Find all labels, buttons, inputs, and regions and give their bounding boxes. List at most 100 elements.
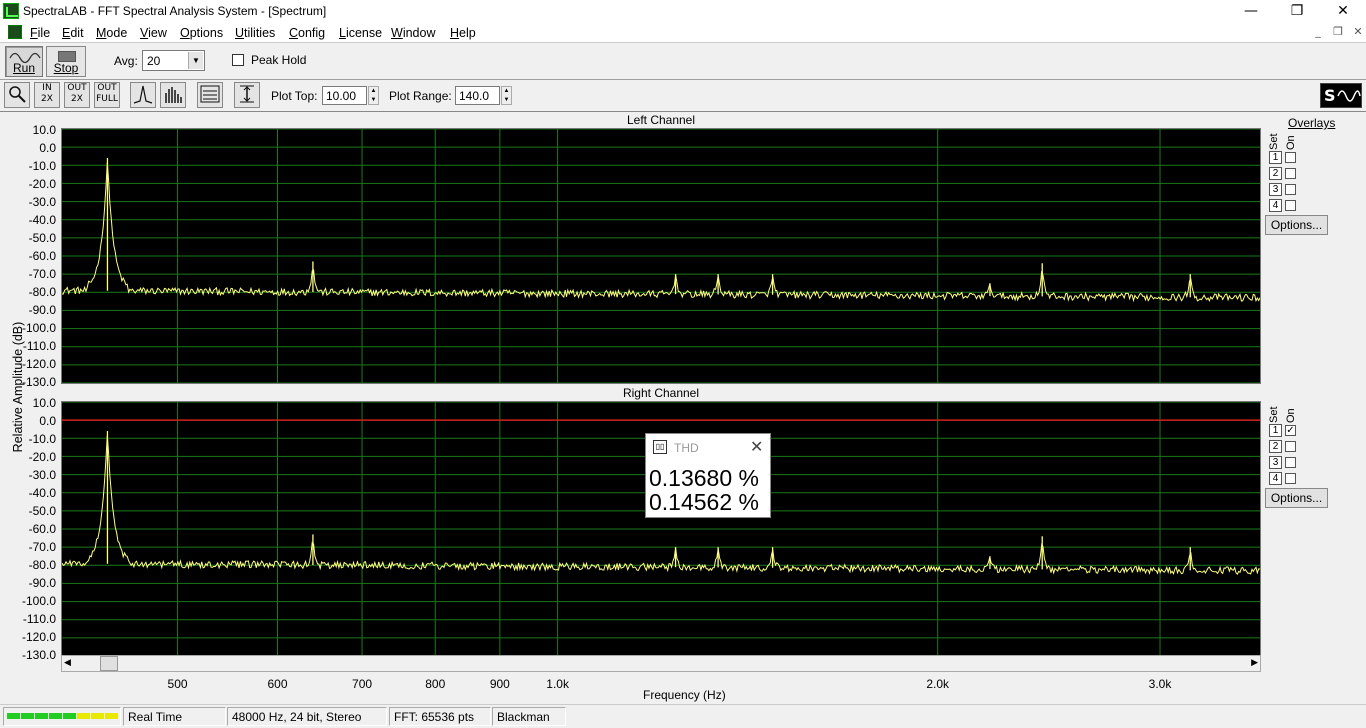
menu-file[interactable]: File [30, 26, 50, 40]
right-overlay-options-button[interactable]: Options... [1265, 488, 1328, 508]
mdi-restore-button[interactable]: ❐ [1329, 25, 1347, 40]
overlay-set-button-1[interactable]: 1 [1269, 424, 1282, 437]
mdi-close-button[interactable]: ✕ [1349, 25, 1366, 40]
thd-close-icon[interactable]: ✕ [750, 437, 763, 456]
overlay-on-checkbox-1[interactable] [1285, 152, 1296, 163]
autoscale-button[interactable] [234, 82, 260, 108]
zoom-magnifier-button[interactable] [4, 82, 30, 108]
level-led [63, 713, 76, 719]
y-tick-label: -70.0 [28, 540, 56, 554]
left-overlay-options-button[interactable]: Options... [1265, 215, 1328, 235]
x-tick-label: 700 [352, 677, 373, 691]
scroll-left-arrow-icon[interactable]: ◀ [64, 657, 71, 668]
y-tick-label: -60.0 [28, 249, 56, 263]
menu-mode[interactable]: Mode [96, 26, 127, 40]
left-channel-plot[interactable] [61, 128, 1261, 384]
overlay-set-button-2[interactable]: 2 [1269, 440, 1282, 453]
level-meter [3, 707, 121, 726]
document-icon[interactable] [8, 25, 22, 39]
line-plot-button[interactable] [130, 82, 156, 108]
overlay-on-checkbox-2[interactable] [1285, 168, 1296, 179]
zoom-out-2x-button[interactable]: OUT 2X [64, 82, 90, 108]
thd-left-value: 0.13680 % [649, 465, 759, 491]
bar-plot-icon [165, 87, 182, 103]
status-fft-size: FFT: 65536 pts [389, 707, 491, 726]
menu-license[interactable]: License [339, 26, 382, 40]
title-bar: SpectraLAB - FFT Spectral Analysis Syste… [0, 0, 1366, 23]
left-set-header: Set [1268, 133, 1280, 150]
y-tick-label: -30.0 [28, 468, 56, 482]
overlay-set-button-3[interactable]: 3 [1269, 456, 1282, 469]
right-on-header: On [1285, 408, 1297, 423]
status-mode: Real Time [123, 707, 226, 726]
level-led [77, 713, 90, 719]
display-settings-button[interactable] [197, 82, 223, 108]
menu-window[interactable]: Window [391, 26, 435, 40]
thd-title: THD [674, 441, 699, 455]
y-tick-label: 0.0 [39, 414, 56, 428]
x-tick-label: 1.0k [546, 677, 569, 691]
scroll-right-arrow-icon[interactable]: ▶ [1251, 657, 1258, 668]
level-led [35, 713, 48, 719]
menu-edit[interactable]: Edit [62, 26, 84, 40]
overlay-on-checkbox-2[interactable] [1285, 441, 1296, 452]
zoom-in-2x-button[interactable]: IN 2X [34, 82, 60, 108]
overlay-on-checkbox-1[interactable]: ✓ [1285, 425, 1296, 436]
frequency-scrollbar[interactable]: ◀ ▶ [61, 655, 1261, 672]
menu-view[interactable]: View [140, 26, 167, 40]
stop-button[interactable]: Stop [46, 46, 86, 77]
level-led [7, 713, 20, 719]
y-tick-label: -30.0 [28, 195, 56, 209]
run-button[interactable]: Run [5, 46, 43, 77]
left-on-header: On [1285, 135, 1297, 150]
level-led [49, 713, 62, 719]
right-channel-title: Right Channel [622, 386, 700, 400]
y-tick-label: -40.0 [28, 213, 56, 227]
overlay-set-button-3[interactable]: 3 [1269, 183, 1282, 196]
level-led [91, 713, 104, 719]
avg-select[interactable]: 20 ▼ [142, 50, 205, 71]
plot-range-spinner[interactable]: ▲ ▼ [501, 86, 512, 105]
vertical-scale-icon [240, 85, 254, 103]
plot-top-label: Plot Top: [271, 89, 318, 103]
x-tick-label: 800 [425, 677, 446, 691]
thd-pin-icon[interactable]: ▯▯ [653, 440, 667, 454]
y-tick-label: -50.0 [28, 504, 56, 518]
plot-top-input[interactable]: 10.00 [322, 86, 367, 105]
y-tick-label: -120.0 [21, 357, 56, 371]
menu-utilities[interactable]: Utilities [235, 26, 275, 40]
overlay-on-checkbox-4[interactable] [1285, 200, 1296, 211]
overlays-title[interactable]: Overlays [1288, 116, 1335, 130]
mdi-minimize-button[interactable]: _ [1309, 25, 1327, 40]
y-tick-label: -100.0 [21, 594, 56, 608]
scroll-thumb[interactable] [100, 656, 118, 671]
thd-right-value: 0.14562 % [649, 489, 759, 515]
dropdown-arrow-icon[interactable]: ▼ [188, 52, 203, 69]
thd-window[interactable]: ▯▯ THD ✕ 0.13680 % 0.14562 % [645, 433, 771, 518]
minimize-button[interactable]: — [1228, 0, 1274, 23]
menu-config[interactable]: Config [289, 26, 325, 40]
menu-help[interactable]: Help [450, 26, 476, 40]
overlay-set-button-4[interactable]: 4 [1269, 199, 1282, 212]
menu-options[interactable]: Options [180, 26, 223, 40]
overlay-set-button-1[interactable]: 1 [1269, 151, 1282, 164]
y-tick-label: 0.0 [39, 141, 56, 155]
zoom-out-full-button[interactable]: OUT FULL [94, 82, 120, 108]
y-tick-label: -100.0 [21, 321, 56, 335]
avg-label: Avg: [114, 54, 138, 68]
menu-bar: File Edit Mode View Options Utilities Co… [0, 23, 1366, 43]
overlay-set-button-2[interactable]: 2 [1269, 167, 1282, 180]
restore-button[interactable]: ❐ [1274, 0, 1320, 23]
overlay-on-checkbox-3[interactable] [1285, 457, 1296, 468]
overlay-set-button-4[interactable]: 4 [1269, 472, 1282, 485]
peak-hold-checkbox[interactable] [232, 54, 244, 66]
plot-range-input[interactable]: 140.0 [455, 86, 500, 105]
close-button[interactable]: ✕ [1320, 0, 1366, 23]
y-tick-label: -110.0 [22, 339, 56, 353]
status-format: 48000 Hz, 24 bit, Stereo [227, 707, 387, 726]
y-tick-label: -80.0 [28, 285, 56, 299]
bar-plot-button[interactable] [160, 82, 186, 108]
overlay-on-checkbox-4[interactable] [1285, 473, 1296, 484]
plot-top-spinner[interactable]: ▲ ▼ [368, 86, 379, 105]
overlay-on-checkbox-3[interactable] [1285, 184, 1296, 195]
